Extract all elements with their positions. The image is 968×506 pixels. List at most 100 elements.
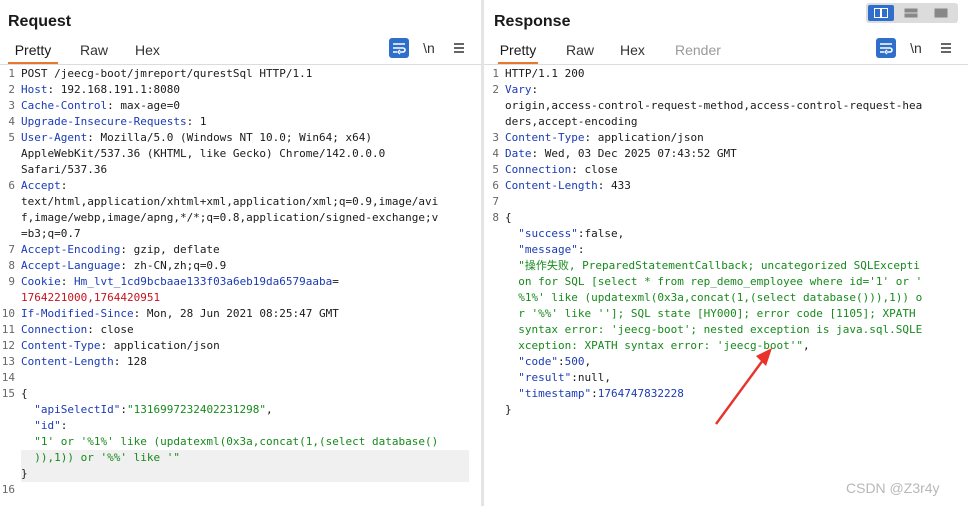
code-token: Content-Type (505, 131, 585, 144)
newline-toggle-button[interactable]: \n (906, 38, 926, 58)
split-columns-view-icon[interactable] (868, 5, 894, 21)
code-token: : 192.168.191.1:8080 (47, 83, 180, 96)
split-rows-view-icon[interactable] (898, 5, 924, 21)
line-number: 2 (492, 83, 499, 96)
code-token: "result" (518, 371, 572, 384)
code-line: Content-Length: 128 (21, 354, 471, 370)
code-token: 1764747832228 (597, 387, 684, 400)
code-line: Upgrade-Insecure-Requests: 1 (21, 114, 471, 130)
code-token: 500 (564, 355, 585, 368)
code-token: Accept-Encoding (21, 243, 121, 256)
code-line: If-Modified-Since: Mon, 28 Jun 2021 08:2… (21, 306, 471, 322)
code-token: : close (87, 323, 134, 336)
code-line: text/html,application/xhtml+xml,applicat… (21, 194, 471, 210)
code-token: : max-age=0 (107, 99, 180, 112)
code-token: Cookie (21, 275, 61, 288)
code-token: Connection (21, 323, 88, 336)
code-token: : (577, 243, 585, 256)
code-line: { (505, 210, 958, 226)
code-token: , (803, 339, 810, 352)
code-line: %1%' like (updatexml(0x3a,concat(1,(sele… (505, 290, 958, 306)
code-token: syntax error: 'jeecg-boot'; nested excep… (518, 323, 923, 336)
code-token: "id" (34, 419, 61, 432)
response-tab-raw[interactable]: Raw (566, 40, 594, 62)
single-pane-view-icon[interactable] (928, 5, 954, 21)
code-token: :false, (577, 227, 625, 240)
line-number: 3 (8, 99, 15, 112)
code-token: { (505, 211, 512, 224)
code-token: Date (505, 147, 532, 160)
code-token: Accept (21, 179, 61, 192)
code-line: } (21, 466, 471, 482)
code-token: } (505, 403, 512, 416)
code-line: "message": (505, 242, 958, 258)
line-number: 4 (8, 115, 15, 128)
response-tab-pretty[interactable]: Pretty (498, 40, 538, 64)
code-line: Cookie: Hm_lvt_1cd9bcbaae133f03a6eb19da6… (21, 274, 471, 290)
code-token: : 128 (113, 355, 147, 368)
newline-toggle-button[interactable]: \n (419, 38, 439, 58)
code-token: "success" (518, 227, 578, 240)
code-line: HTTP/1.1 200 (505, 66, 958, 82)
code-line: Safari/537.36 (21, 162, 471, 178)
line-number: 13 (1, 355, 15, 368)
line-number: 15 (1, 387, 15, 400)
code-token: Upgrade-Insecure-Requests (21, 115, 187, 128)
line-number: 8 (8, 259, 15, 272)
code-line: "id": (21, 418, 471, 434)
word-wrap-icon[interactable] (389, 38, 409, 58)
word-wrap-icon[interactable] (876, 38, 896, 58)
code-line: User-Agent: Mozilla/5.0 (Windows NT 10.0… (21, 130, 471, 146)
line-number: 6 (8, 179, 15, 192)
code-token: , (584, 355, 592, 368)
line-number: 7 (8, 243, 15, 256)
layout-toggle (866, 3, 958, 23)
code-token: %1%' like (updatexml(0x3a,concat(1,(sele… (518, 291, 923, 304)
code-token: : Mon, 28 Jun 2021 08:25:47 GMT (133, 307, 339, 320)
line-number: 7 (492, 195, 499, 208)
code-token: : (60, 419, 68, 432)
code-line: on for SQL [select * from rep_demo_emplo… (505, 274, 958, 290)
code-token: : (558, 355, 565, 368)
response-tab-hex[interactable]: Hex (620, 40, 645, 62)
hamburger-menu-icon[interactable] (936, 38, 956, 58)
line-number: 5 (492, 163, 499, 176)
code-line: origin,access-control-request-method,acc… (505, 98, 958, 114)
request-tab-hex[interactable]: Hex (135, 40, 160, 62)
response-editor[interactable]: 1 HTTP/1.1 200 2 Vary: origin,access-control… (484, 66, 968, 506)
response-tab-render[interactable]: Render (675, 40, 721, 62)
code-line: Vary: (505, 82, 958, 98)
line-number: 6 (492, 179, 499, 192)
hamburger-menu-icon[interactable] (449, 38, 469, 58)
code-token: "apiSelectId" (34, 403, 121, 416)
code-token: , (266, 403, 273, 416)
code-token: "message" (518, 243, 578, 256)
line-number: 1 (492, 67, 499, 80)
line-number: 12 (1, 339, 15, 352)
code-line: Accept-Language: zh-CN,zh;q=0.9 (21, 258, 471, 274)
request-title: Request (8, 13, 72, 30)
line-number: 8 (492, 211, 499, 224)
code-token: "timestamp" (518, 387, 592, 400)
code-line: { (21, 386, 471, 402)
code-token: "code" (518, 355, 558, 368)
code-token: :null, (571, 371, 611, 384)
code-token: If-Modified-Since (21, 307, 134, 320)
code-line: r '%%' like '']; SQL state [HY000]; erro… (505, 306, 958, 322)
request-tab-pretty[interactable]: Pretty (8, 40, 58, 64)
code-line: Content-Length: 433 (505, 178, 958, 194)
request-editor[interactable]: 1 POST /jeecg-boot/jmreport/qurestSql HTT… (0, 66, 481, 506)
request-tab-raw[interactable]: Raw (80, 40, 108, 62)
code-line: AppleWebKit/537.36 (KHTML, like Gecko) C… (21, 146, 471, 162)
line-number: 1 (8, 67, 15, 80)
code-token: : (60, 275, 74, 288)
line-number: 5 (8, 131, 15, 144)
